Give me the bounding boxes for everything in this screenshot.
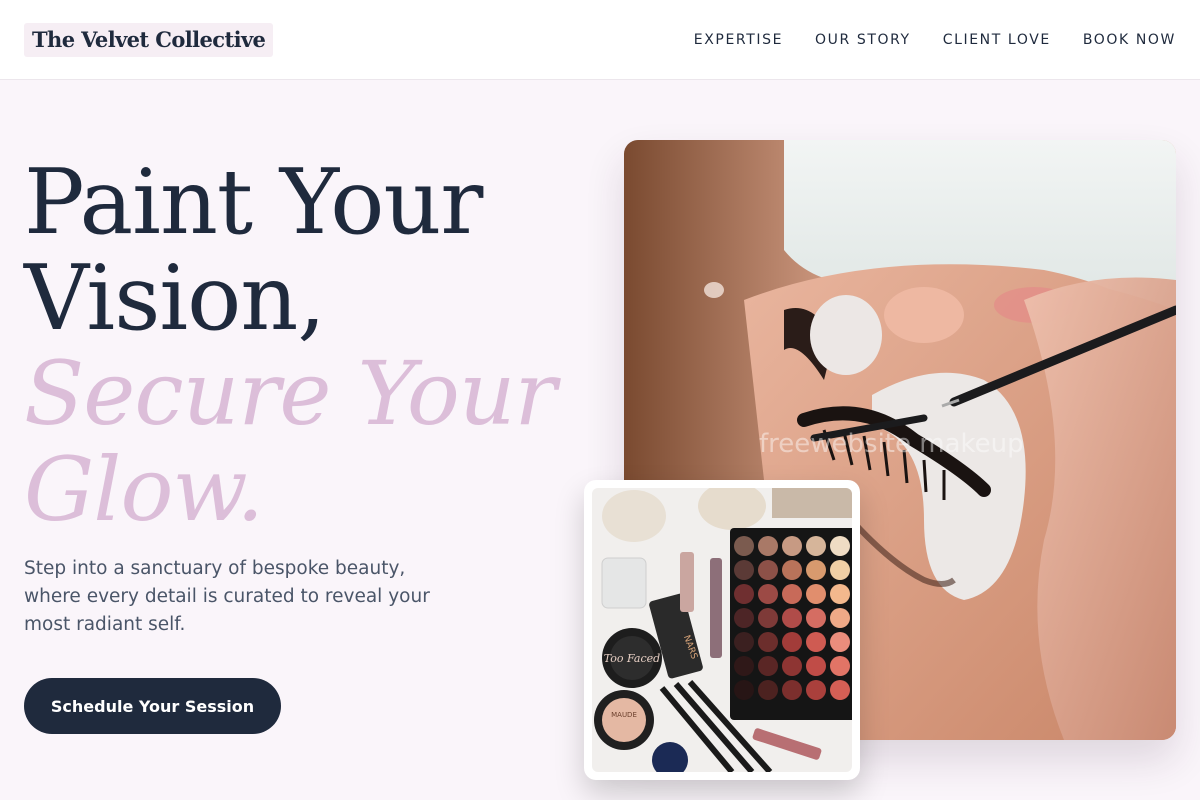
eyeshadow-swatch [806,608,826,628]
eyeshadow-swatch [734,632,754,652]
makeup-products-card: Too Faced NARS MAUDE [584,480,860,780]
nav-link-our-story[interactable]: OUR STORY [815,32,911,48]
eyeshadow-swatch [758,680,778,700]
eyeshadow-swatch [758,656,778,676]
eyeshadow-swatch [806,536,826,556]
eyeshadow-swatch [734,560,754,580]
nav-link-book-now[interactable]: BOOK NOW [1083,32,1176,48]
eyeshadow-swatch [734,608,754,628]
eyeshadow-swatch [782,560,802,580]
schedule-session-button[interactable]: Schedule Your Session [24,678,281,734]
eyeshadow-swatch [830,656,850,676]
eyeshadow-swatch [758,608,778,628]
eyeshadow-swatch [758,584,778,604]
eyeshadow-swatch [830,632,850,652]
makeup-flatlay-photo: Too Faced NARS MAUDE [592,488,852,772]
eyeshadow-swatch [734,656,754,676]
eyeshadow-swatch [830,608,850,628]
maude-label: MAUDE [611,711,637,719]
eyeshadow-swatch [806,560,826,580]
eyeshadow-swatch [830,536,850,556]
eyeshadow-swatch [758,632,778,652]
eyeshadow-swatch [830,560,850,580]
eyeshadow-swatch [782,656,802,676]
eyeshadow-swatch [734,680,754,700]
eyeshadow-swatch [782,584,802,604]
nav-link-client-love[interactable]: CLIENT LOVE [943,32,1051,48]
eyeshadow-swatch [782,632,802,652]
eyeshadow-swatch [782,608,802,628]
nav-link-expertise[interactable]: EXPERTISE [694,32,783,48]
eyeshadow-swatch [830,584,850,604]
eyeshadow-swatch [830,680,850,700]
hero-subtitle: Step into a sanctuary of bespoke beauty,… [24,558,430,635]
brand-logo[interactable]: The Velvet Collective [24,23,274,57]
hero-title-line-2: Vision, [24,246,326,351]
too-faced-label: Too Faced [604,652,660,665]
eyeshadow-swatch [758,536,778,556]
main-photo-watermark: freewebsite makeup [759,429,1024,459]
eyeshadow-swatch [734,536,754,556]
hero-title-line-1: Paint Your [24,150,483,255]
hero-title-line-3: Secure Your [24,342,557,445]
eyeshadow-swatch [734,584,754,604]
eyeshadow-swatch [782,680,802,700]
eyeshadow-swatch [806,584,826,604]
hero-title-line-4: Glow. [24,438,264,541]
main-nav: EXPERTISE OUR STORY CLIENT LOVE BOOK NOW [694,0,1176,80]
eyeshadow-swatch [806,632,826,652]
eyeshadow-swatch [806,656,826,676]
eyeshadow-swatch [806,680,826,700]
eyeshadow-swatch [758,560,778,580]
eyeshadow-swatch [782,536,802,556]
site-header: The Velvet Collective EXPERTISE OUR STOR… [0,0,1200,80]
